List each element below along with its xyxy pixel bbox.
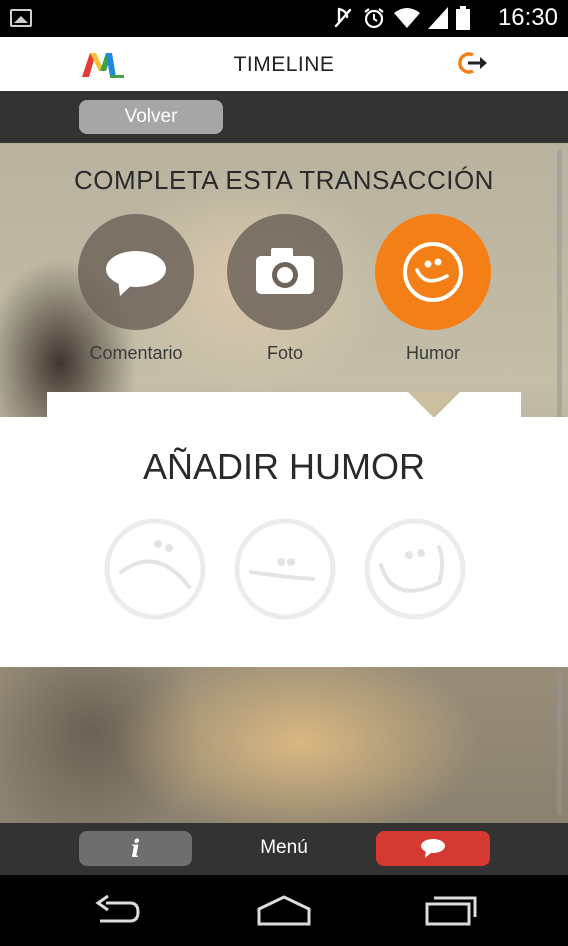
transaction-heading: COMPLETA ESTA TRANSACCIÓN	[74, 165, 494, 195]
battery-icon	[456, 6, 470, 30]
mute-icon	[334, 7, 352, 28]
status-time: 16:30	[497, 4, 558, 31]
bottom-bar: i Menú	[0, 823, 568, 875]
smiley-icon	[403, 242, 463, 302]
speech-bubble-icon	[106, 251, 166, 296]
status-icons	[332, 6, 470, 30]
photo-label: Foto	[266, 343, 304, 363]
sad-face-icon[interactable]	[103, 517, 207, 621]
recent-apps-icon[interactable]	[424, 893, 478, 927]
wifi-icon	[394, 8, 420, 28]
image-notification-icon	[10, 9, 32, 27]
status-bar: 16:30	[0, 0, 568, 37]
humor-label: Humor	[405, 343, 460, 363]
home-icon[interactable]	[256, 893, 312, 927]
app-header: TIMELINE	[0, 37, 568, 91]
chat-button[interactable]	[376, 831, 490, 866]
humor-panel-title: AÑADIR HUMOR	[142, 446, 425, 487]
app-screen: 16:30 TIMELINE Volver COMPLETA ESTA TRAN…	[0, 0, 568, 946]
happy-face-icon[interactable]	[363, 517, 467, 621]
system-nav-bar	[0, 875, 568, 946]
selection-notch	[408, 392, 460, 418]
chat-bubble-icon	[421, 839, 445, 858]
photo-button[interactable]	[227, 214, 343, 330]
humor-button[interactable]	[375, 214, 491, 330]
back-icon[interactable]	[92, 893, 144, 927]
camera-icon	[256, 248, 314, 294]
comment-button[interactable]	[78, 214, 194, 330]
back-button[interactable]: Volver	[79, 100, 223, 134]
signal-icon	[428, 7, 448, 29]
logout-icon[interactable]	[456, 49, 490, 77]
back-bar: Volver	[0, 91, 568, 143]
alarm-icon	[364, 8, 384, 29]
neutral-face-icon[interactable]	[233, 517, 337, 621]
comment-label: Comentario	[89, 343, 183, 363]
